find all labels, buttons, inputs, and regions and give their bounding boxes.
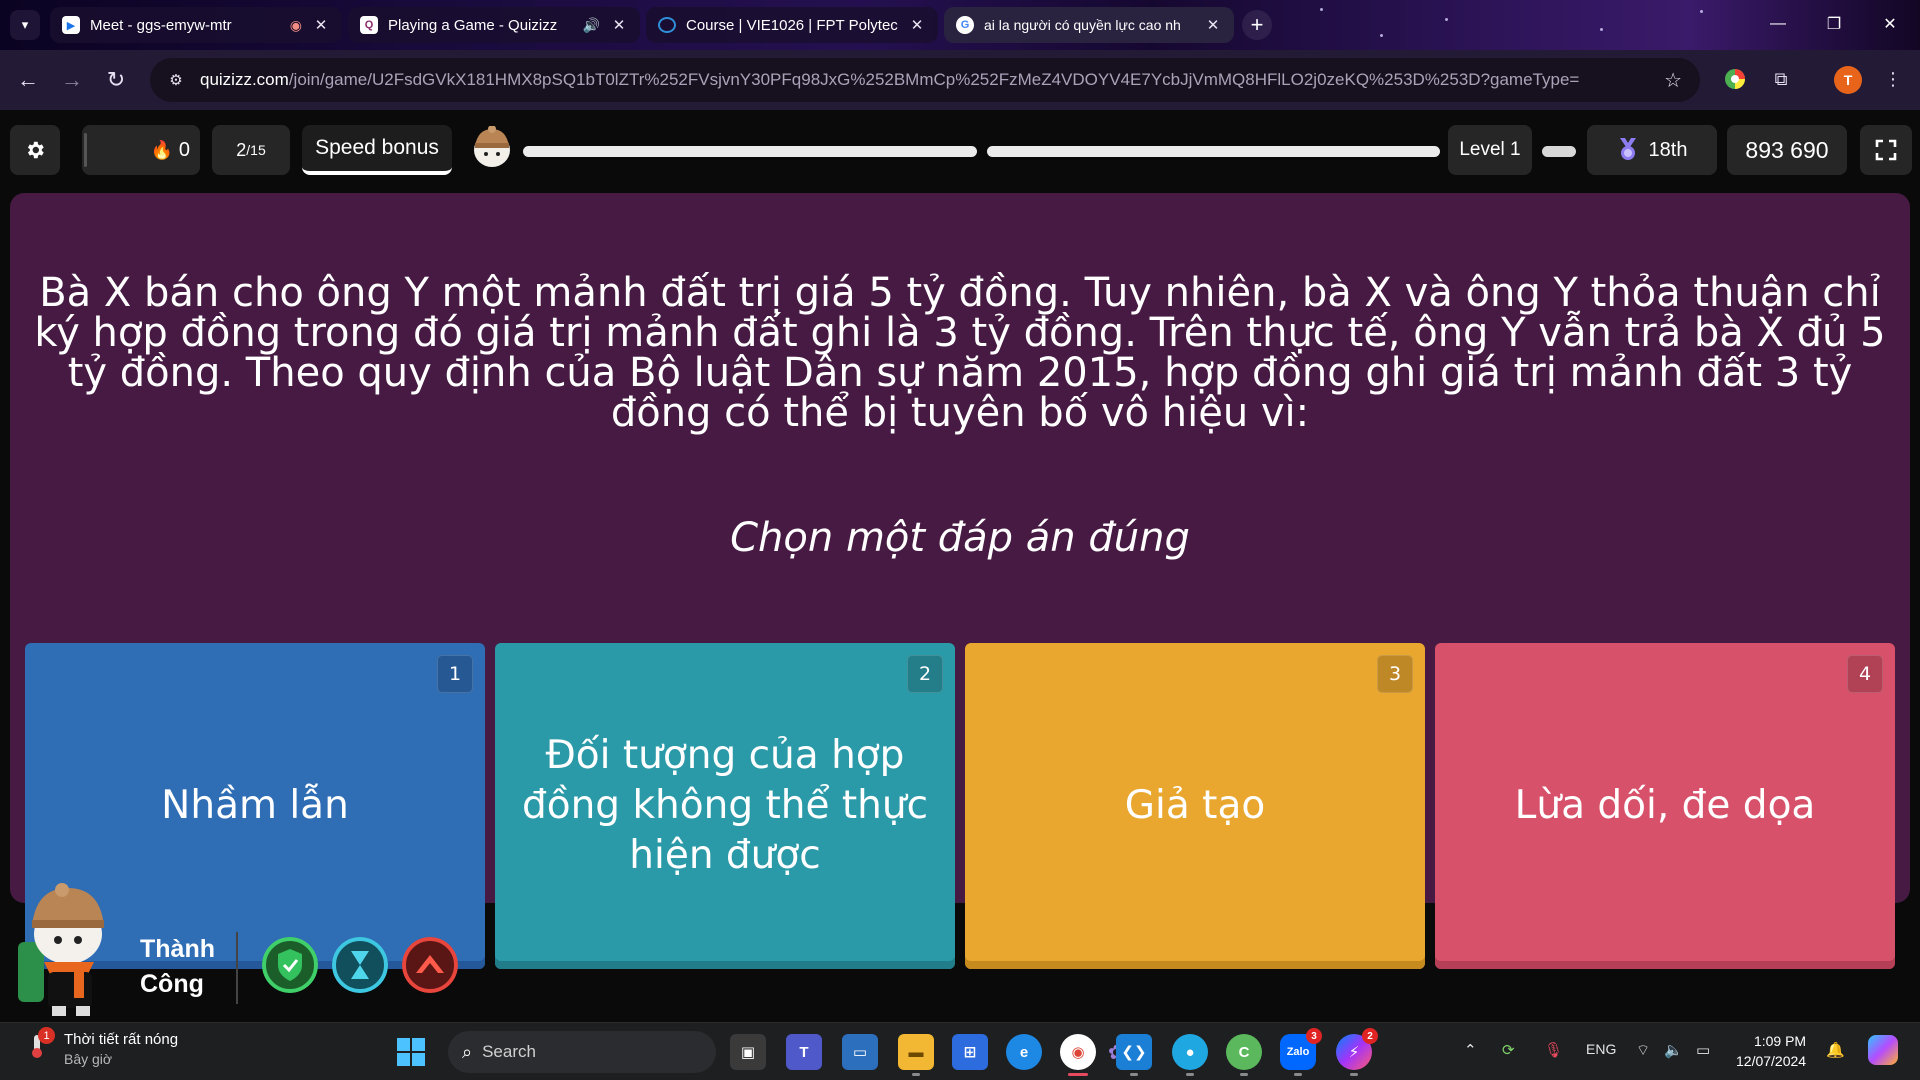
quizizz-icon: Q bbox=[360, 16, 378, 34]
battery-icon[interactable]: ▭ bbox=[1696, 1041, 1710, 1059]
score-display: 893 690 bbox=[1727, 125, 1847, 175]
audio-playing-icon[interactable]: 🔊 bbox=[583, 17, 600, 34]
hourglass-powerup-icon[interactable] bbox=[332, 937, 388, 993]
weather-thermometer-icon: 1 bbox=[24, 1027, 55, 1061]
question-counter: 2/15 bbox=[212, 125, 290, 175]
vscode-icon[interactable]: ❮❯ bbox=[1116, 1034, 1152, 1076]
coccoc-icon[interactable]: C bbox=[1226, 1034, 1262, 1076]
extension-colorful-icon[interactable] bbox=[1720, 64, 1750, 94]
teams-icon[interactable]: T bbox=[786, 1034, 822, 1070]
option-number-badge: 3 bbox=[1377, 655, 1413, 693]
option-number-badge: 1 bbox=[437, 655, 473, 693]
app-blue-icon[interactable]: ● bbox=[1172, 1034, 1208, 1076]
back-icon[interactable]: ← bbox=[12, 64, 44, 96]
microphone-icon[interactable]: 🎙 bbox=[1544, 1041, 1563, 1059]
browser-tab-strip: ▾ ▶ Meet - ggs-emyw-mtr ◉ ✕ Q Playing a … bbox=[0, 0, 1920, 50]
rank-display: 18th bbox=[1587, 125, 1717, 175]
player-name: Thành Công bbox=[140, 935, 215, 998]
reload-icon[interactable]: ↻ bbox=[100, 64, 132, 96]
option-text: Đối tượng của hợp đồng không thể thực hi… bbox=[521, 733, 929, 878]
browser-toolbar: ← → ↻ ⚙ quizizz.com/join/game/U2FsdGVkX1… bbox=[0, 50, 1920, 110]
windows-start-icon[interactable] bbox=[396, 1037, 426, 1067]
minimize-icon[interactable]: — bbox=[1760, 10, 1796, 38]
mascot-head-icon bbox=[474, 126, 510, 167]
streak-powerup-icon[interactable] bbox=[402, 937, 458, 993]
course-icon bbox=[658, 17, 676, 33]
notification-bell-icon[interactable]: 🔔 bbox=[1826, 1041, 1845, 1059]
answer-option-4[interactable]: 4 Lừa dối, đe dọa bbox=[1435, 643, 1895, 969]
tray-expand-icon[interactable]: ⌃ bbox=[1464, 1041, 1477, 1059]
language-indicator[interactable]: ENG bbox=[1586, 1041, 1616, 1057]
streak-counter: 🔥 0 bbox=[82, 125, 200, 175]
question-instruction: Chọn một đáp án đúng bbox=[730, 515, 1190, 561]
option-number-badge: 4 bbox=[1847, 655, 1883, 693]
messenger-icon[interactable]: ⚡ 2 bbox=[1336, 1028, 1378, 1076]
close-tab-icon[interactable]: ✕ bbox=[610, 16, 628, 34]
tab-google-search[interactable]: G ai la người có quyền lực cao nh ✕ bbox=[944, 7, 1234, 43]
level-progress-bar bbox=[1542, 146, 1576, 157]
close-window-icon[interactable]: ✕ bbox=[1872, 10, 1908, 38]
gear-icon bbox=[27, 141, 44, 159]
taskbar-search-box[interactable]: ⌕ Search ✿ bbox=[448, 1031, 1125, 1073]
option-text: Giả tạo bbox=[1124, 783, 1266, 828]
option-text: Lừa dối, đe dọa bbox=[1514, 783, 1816, 828]
meet-icon: ▶ bbox=[62, 16, 80, 34]
question-text: Bà X bán cho ông Y một mảnh đất trị giá … bbox=[34, 270, 1886, 436]
browser-menu-icon[interactable]: ⋮ bbox=[1878, 64, 1908, 94]
settings-gear-button[interactable] bbox=[10, 125, 60, 175]
wifi-icon[interactable]: ⌔ bbox=[1636, 1041, 1650, 1060]
close-tab-icon[interactable]: ✕ bbox=[908, 16, 926, 34]
search-icon: ⌕ bbox=[462, 1041, 473, 1062]
sync-icon[interactable]: ⟳ bbox=[1502, 1041, 1515, 1059]
volume-icon[interactable]: 🔈 bbox=[1664, 1041, 1683, 1059]
profile-avatar[interactable]: T bbox=[1834, 66, 1862, 94]
extensions-puzzle-icon[interactable]: ⧉ bbox=[1766, 64, 1796, 94]
timer-progress-bar-1 bbox=[523, 146, 977, 157]
medal-icon bbox=[1619, 138, 1636, 160]
fullscreen-icon bbox=[1875, 139, 1897, 161]
close-tab-icon[interactable]: ✕ bbox=[312, 16, 330, 34]
shield-powerup-icon[interactable] bbox=[262, 937, 318, 993]
quiz-game-area: 🔥 0 2/15 Speed bonus Level 1 18th 893 69… bbox=[0, 110, 1920, 1022]
zalo-icon[interactable]: Zalo 3 bbox=[1280, 1028, 1322, 1076]
close-tab-icon[interactable]: ✕ bbox=[1204, 16, 1222, 34]
answer-option-2[interactable]: 2 Đối tượng của hợp đồng không thể thực … bbox=[495, 643, 955, 969]
chrome-icon[interactable]: ◉ bbox=[1060, 1034, 1096, 1076]
file-manager-icon[interactable]: ▭ bbox=[842, 1034, 878, 1070]
speed-bonus-label: Speed bonus bbox=[302, 125, 452, 175]
player-avatar bbox=[18, 883, 104, 1016]
restore-icon[interactable]: ❐ bbox=[1816, 10, 1852, 38]
timer-progress-bar-2 bbox=[987, 146, 1440, 157]
address-bar[interactable]: ⚙ quizizz.com/join/game/U2FsdGVkX181HMX8… bbox=[150, 58, 1700, 102]
fire-icon: 🔥 bbox=[150, 139, 173, 160]
tab-course[interactable]: Course | VIE1026 | FPT Polytech ✕ bbox=[646, 7, 938, 43]
new-tab-button[interactable]: + bbox=[1242, 10, 1272, 40]
option-text: Nhầm lẫn bbox=[161, 783, 349, 828]
windows-taskbar: 1 Thời tiết rất nóng Bây giờ ⌕ Search ✿ … bbox=[0, 1022, 1920, 1080]
option-number-badge: 2 bbox=[907, 655, 943, 693]
taskbar-clock[interactable]: 1:09 PM 12/07/2024 bbox=[1736, 1031, 1806, 1071]
player-divider bbox=[236, 932, 238, 1004]
edge-icon[interactable]: e bbox=[1006, 1034, 1042, 1070]
tab-quizizz[interactable]: Q Playing a Game - Quizizz 🔊 ✕ bbox=[348, 7, 640, 43]
tab-meet[interactable]: ▶ Meet - ggs-emyw-mtr ◉ ✕ bbox=[50, 7, 342, 43]
bookmark-star-icon[interactable]: ☆ bbox=[1664, 68, 1682, 93]
site-info-icon[interactable]: ⚙ bbox=[164, 68, 188, 92]
recording-icon: ◉ bbox=[289, 16, 302, 33]
forward-icon[interactable]: → bbox=[56, 64, 88, 96]
tab-search-button[interactable]: ▾ bbox=[10, 10, 40, 40]
url-text[interactable]: quizizz.com/join/game/U2FsdGVkX181HMX8pS… bbox=[200, 70, 1580, 90]
weather-widget[interactable]: 1 Thời tiết rất nóng Bây giờ bbox=[24, 1027, 178, 1067]
answer-option-3[interactable]: 3 Giả tạo bbox=[965, 643, 1425, 969]
weather-alert-badge: 1 bbox=[38, 1027, 55, 1044]
level-label: Level 1 bbox=[1448, 125, 1532, 175]
copilot-icon[interactable] bbox=[1868, 1035, 1898, 1065]
fullscreen-button[interactable] bbox=[1860, 125, 1912, 175]
question-panel: Bà X bán cho ông Y một mảnh đất trị giá … bbox=[10, 193, 1910, 969]
google-icon: G bbox=[956, 16, 974, 34]
file-explorer-icon[interactable]: ▬ bbox=[898, 1034, 934, 1076]
microsoft-store-icon[interactable]: ⊞ bbox=[952, 1034, 988, 1070]
task-view-icon[interactable]: ▣ bbox=[730, 1034, 766, 1070]
